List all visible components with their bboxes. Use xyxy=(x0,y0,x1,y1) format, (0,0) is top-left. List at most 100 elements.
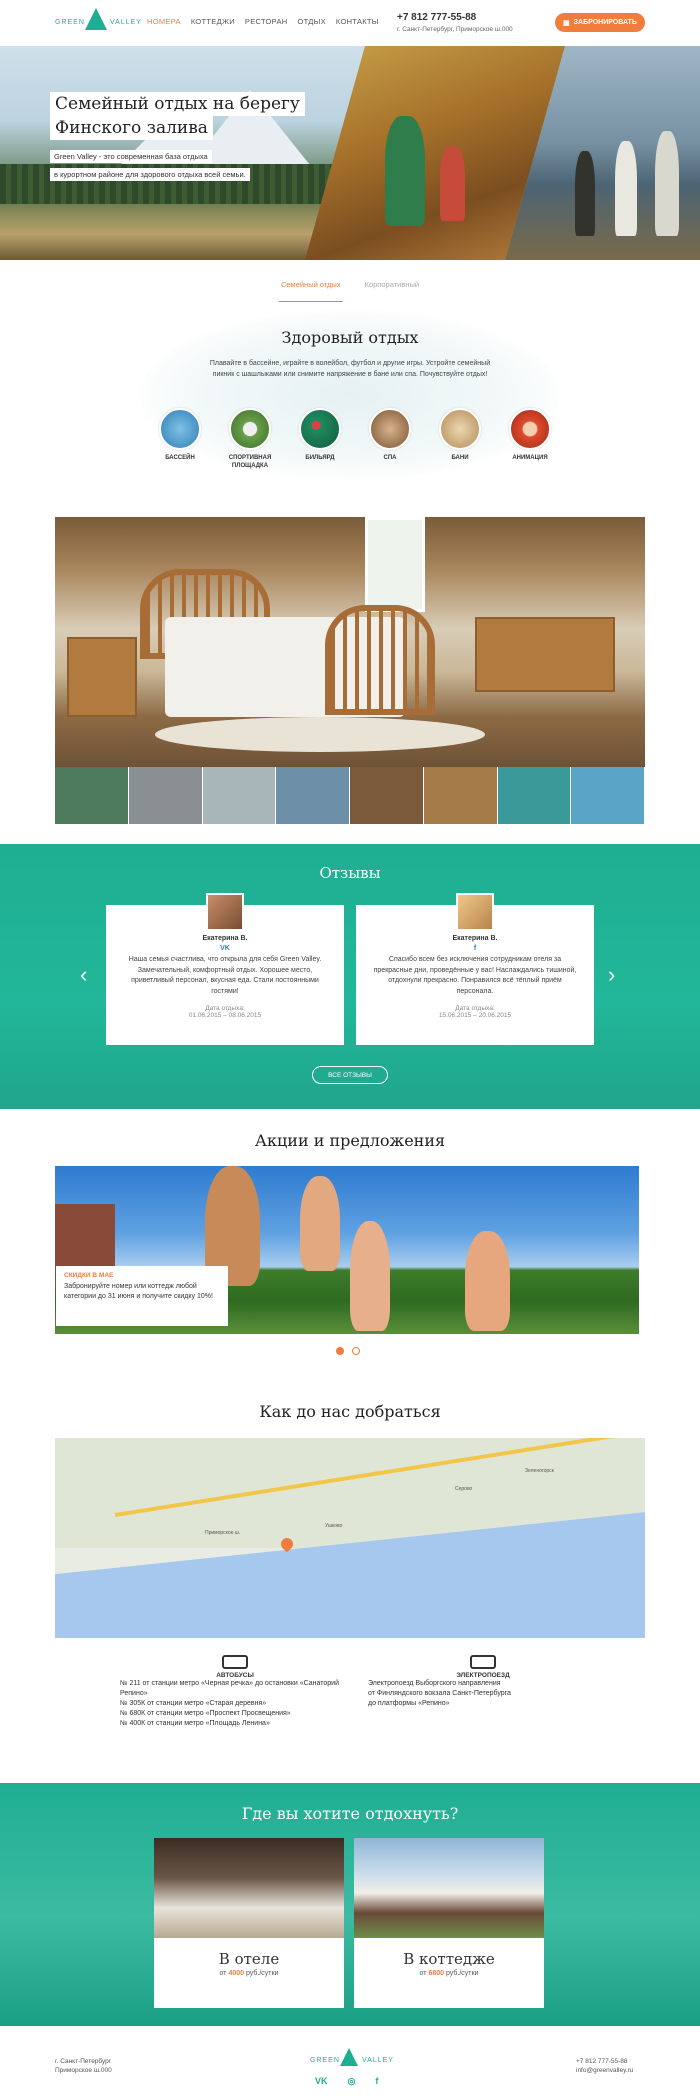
amenity-sauna[interactable]: Бани xyxy=(430,408,490,470)
review-card: Екатерина В. VK Наша семья счастлива, чт… xyxy=(106,893,344,1045)
logo[interactable]: GREEN VALLEY xyxy=(55,8,145,38)
gallery-thumb[interactable] xyxy=(55,767,129,824)
amenity-spa[interactable]: Спа xyxy=(360,408,420,470)
review-date-value: 15.06.2015 – 20.06.2015 xyxy=(438,1012,512,1019)
location-map[interactable]: Приморское ш. Ушково Серово Зеленогорск xyxy=(55,1438,645,1638)
gallery-thumb[interactable] xyxy=(571,767,645,824)
facebook-icon[interactable]: f xyxy=(375,2076,378,2087)
footer-phone[interactable]: +7 812 777-55-88 xyxy=(576,2057,633,2066)
calendar-icon: ▦ xyxy=(563,19,570,27)
transport-title: Автобусы xyxy=(216,1672,254,1679)
transport-line: № 400К от станции метро «Площадь Ленина» xyxy=(120,1720,270,1727)
hero-subtitle-line: в курортном районе для здорового отдыха … xyxy=(50,168,250,181)
nav-item-leisure[interactable]: Отдых xyxy=(297,17,325,26)
book-button-label: ЗАБРОНИРОВАТЬ xyxy=(573,19,637,26)
person-shape xyxy=(440,146,465,221)
price-value: 4000 xyxy=(228,1970,245,1977)
offer-tag: Скидки в мае xyxy=(64,1272,114,1279)
amenity-pool[interactable]: Бассейн xyxy=(150,408,210,470)
footer-contacts: +7 812 777-55-88 info@greenvalley.ru xyxy=(576,2057,633,2075)
vk-icon[interactable]: VK xyxy=(106,945,344,952)
book-button[interactable]: ▦ ЗАБРОНИРОВАТЬ xyxy=(555,13,645,32)
person-shape xyxy=(615,141,637,236)
review-date-label: Дата отдыха: xyxy=(455,1005,495,1012)
transport-line: № 305К от станции метро «Старая деревня» xyxy=(120,1700,267,1707)
hero-subtitle-line: Green Valley - это современная база отды… xyxy=(50,150,212,163)
logo-text-left: GREEN xyxy=(310,2057,340,2064)
next-arrow-icon[interactable]: › xyxy=(608,962,615,988)
gallery-thumb[interactable] xyxy=(350,767,424,824)
nav-item-cottages[interactable]: Коттеджи xyxy=(191,17,235,26)
footer-social: VK ◎ f xyxy=(315,2076,378,2087)
gallery-thumb[interactable] xyxy=(423,767,498,824)
review-text: Спасибо всем без исключения сотрудникам … xyxy=(373,956,577,995)
avatar xyxy=(206,893,244,931)
amenity-billiards[interactable]: Бильярд xyxy=(290,408,350,470)
gallery-thumb[interactable] xyxy=(276,767,350,824)
gallery-thumb[interactable] xyxy=(497,767,572,824)
animation-icon xyxy=(509,408,551,450)
section-title-directions: Как до нас добраться xyxy=(259,1402,441,1421)
train-icon xyxy=(470,1655,496,1669)
hotel-card[interactable]: В отеле от 4000 руб./сутки xyxy=(154,1838,344,2008)
tab-family[interactable]: Семейный отдых xyxy=(278,272,343,302)
transport-bus: Автобусы № 211 от станции метро «Черная … xyxy=(120,1655,350,1729)
billiard-icon xyxy=(299,408,341,450)
transport-line: от Финляндского вокзала Санкт-Петербурга xyxy=(368,1690,511,1697)
healthy-description: Плавайте в бассейне, играйте в волейбол,… xyxy=(209,360,491,378)
nav-item-rooms[interactable]: Номера xyxy=(147,17,181,26)
cottage-image xyxy=(354,1838,544,1938)
bus-icon xyxy=(222,1655,248,1669)
price-unit: руб./сутки xyxy=(245,1970,279,1977)
offer-card[interactable]: Скидки в мае Забронируйте номер или котт… xyxy=(56,1266,228,1326)
hero-title: Семейный отдых на берегу Финского залива xyxy=(50,92,305,140)
nav-item-restaurant[interactable]: Ресторан xyxy=(245,17,288,26)
gallery-thumb[interactable] xyxy=(202,767,277,824)
hero-title-line: Семейный отдых на берегу xyxy=(50,92,305,116)
footer-email[interactable]: info@greenvalley.ru xyxy=(576,2066,633,2075)
all-reviews-button[interactable]: Все отзывы xyxy=(312,1066,388,1084)
facebook-icon[interactable]: f xyxy=(356,945,594,952)
spa-icon xyxy=(369,408,411,450)
rug-shape xyxy=(155,717,485,752)
room-gallery-main[interactable] xyxy=(55,517,645,767)
amenity-label: Бассейн xyxy=(165,455,195,461)
instagram-icon[interactable]: ◎ xyxy=(348,2076,356,2087)
gallery-thumb[interactable] xyxy=(128,767,203,824)
amenity-sports[interactable]: Спортивная площадка xyxy=(220,408,280,470)
person-shape xyxy=(465,1231,510,1331)
map-label: Ушково xyxy=(325,1523,343,1529)
footer-logo[interactable]: GREEN VALLEY xyxy=(310,2048,400,2072)
price-unit: руб./сутки xyxy=(445,1970,479,1977)
person-shape xyxy=(350,1221,390,1331)
tab-corporate[interactable]: Корпоративный xyxy=(363,272,421,302)
vk-icon[interactable]: VK xyxy=(315,2076,328,2087)
logo-triangle-icon xyxy=(340,2048,358,2066)
logo-text-left: GREEN xyxy=(55,19,85,26)
map-label: Серово xyxy=(455,1486,473,1492)
amenity-label: Бани xyxy=(451,455,469,461)
card-price: от 6800 руб./сутки xyxy=(354,1970,544,1977)
amenity-label: Анимация xyxy=(512,455,548,461)
price-prefix: от xyxy=(419,1970,427,1977)
cottage-card[interactable]: В коттедже от 6800 руб./сутки xyxy=(354,1838,544,2008)
main-nav: Номера Коттеджи Ресторан Отдых Контакты xyxy=(147,17,379,26)
amenities-list: Бассейн Спортивная площадка Бильярд Спа … xyxy=(150,408,560,470)
site-header: GREEN VALLEY Номера Коттеджи Ресторан От… xyxy=(0,0,700,46)
amenity-animation[interactable]: Анимация xyxy=(500,408,560,470)
person-shape xyxy=(300,1176,340,1271)
section-title-healthy: Здоровый отдых xyxy=(281,328,419,347)
nav-item-contacts[interactable]: Контакты xyxy=(336,17,379,26)
transport-line: Электропоезд Выборгского направления xyxy=(368,1680,501,1687)
review-author: Екатерина В. xyxy=(202,935,248,942)
transport-line: № 211 от станции метро «Черная речка» до… xyxy=(120,1680,339,1697)
hero-title-line: Финского залива xyxy=(50,116,213,140)
hero-subtitle: Green Valley - это современная база отды… xyxy=(50,146,310,182)
carousel-dot[interactable] xyxy=(336,1347,344,1355)
dresser-shape xyxy=(475,617,615,692)
header-phone[interactable]: +7 812 777-55-88 xyxy=(397,12,476,23)
amenity-label: Бильярд xyxy=(305,455,335,461)
prev-arrow-icon[interactable]: ‹ xyxy=(80,962,87,988)
nightstand-shape xyxy=(67,637,137,717)
carousel-dot[interactable] xyxy=(352,1347,360,1355)
